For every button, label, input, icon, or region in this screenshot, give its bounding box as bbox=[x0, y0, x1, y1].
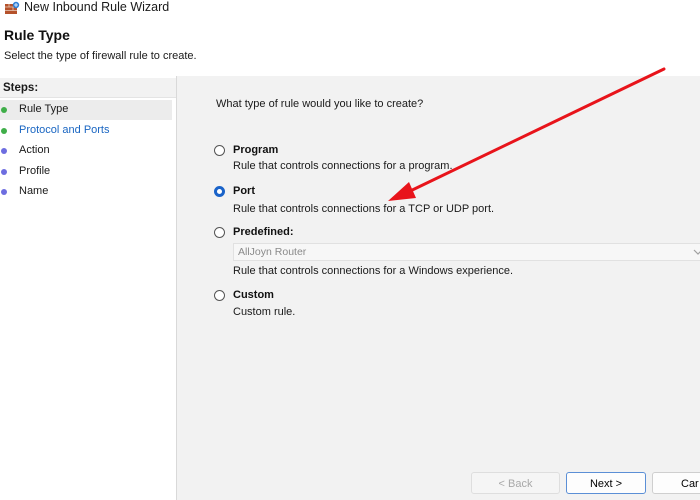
step-status-dot bbox=[1, 107, 7, 113]
step-status-dot bbox=[1, 128, 7, 134]
page-title: Rule Type bbox=[4, 27, 70, 43]
port-option-label[interactable]: Port bbox=[233, 185, 255, 197]
step-label: Rule Type bbox=[19, 103, 69, 115]
step-label: Protocol and Ports bbox=[19, 124, 110, 136]
page-subtitle: Select the type of firewall rule to crea… bbox=[4, 50, 197, 62]
cancel-button[interactable]: Car bbox=[652, 472, 700, 494]
predefined-radio[interactable] bbox=[214, 227, 225, 238]
wizard-header: Rule Type Select the type of firewall ru… bbox=[0, 16, 700, 76]
firewall-app-icon bbox=[5, 1, 20, 14]
steps-heading-label: Steps: bbox=[3, 82, 39, 94]
step-protocol-and-ports[interactable]: Protocol and Ports bbox=[0, 121, 172, 141]
step-profile[interactable]: Profile bbox=[0, 162, 172, 182]
port-option-description: Rule that controls connections for a TCP… bbox=[233, 203, 495, 215]
port-radio[interactable] bbox=[214, 186, 225, 197]
program-radio[interactable] bbox=[214, 145, 225, 156]
custom-radio[interactable] bbox=[214, 290, 225, 301]
step-action[interactable]: Action bbox=[0, 141, 172, 161]
program-option-description: Rule that controls connections for a pro… bbox=[233, 160, 453, 172]
step-name[interactable]: Name bbox=[0, 182, 172, 202]
predefined-dropdown[interactable]: AllJoyn Router bbox=[233, 243, 700, 261]
rule-type-content: What type of rule would you like to crea… bbox=[177, 76, 700, 500]
step-label: Action bbox=[19, 144, 50, 156]
step-label: Name bbox=[19, 185, 49, 197]
predefined-dropdown-value: AllJoyn Router bbox=[238, 246, 307, 258]
steps-heading: Steps: bbox=[0, 78, 176, 98]
step-status-dot bbox=[1, 189, 7, 195]
step-status-dot bbox=[1, 169, 7, 175]
custom-option-label[interactable]: Custom bbox=[233, 289, 274, 301]
predefined-option-label[interactable]: Predefined: bbox=[233, 226, 294, 238]
program-option-label[interactable]: Program bbox=[233, 144, 278, 156]
chevron-down-icon bbox=[693, 249, 700, 255]
step-label: Profile bbox=[19, 165, 51, 177]
window-title: New Inbound Rule Wizard bbox=[24, 0, 170, 14]
back-button[interactable]: < Back bbox=[471, 472, 560, 494]
steps-panel: Steps: Rule Type Protocol and Ports Acti… bbox=[0, 76, 177, 500]
next-button[interactable]: Next > bbox=[566, 472, 646, 494]
rule-type-question: What type of rule would you like to crea… bbox=[216, 98, 424, 110]
step-rule-type[interactable]: Rule Type bbox=[0, 100, 172, 120]
title-bar: New Inbound Rule Wizard bbox=[0, 0, 700, 16]
predefined-option-description: Rule that controls connections for a Win… bbox=[233, 265, 514, 277]
custom-option-description: Custom rule. bbox=[233, 306, 296, 318]
step-status-dot bbox=[1, 148, 7, 154]
